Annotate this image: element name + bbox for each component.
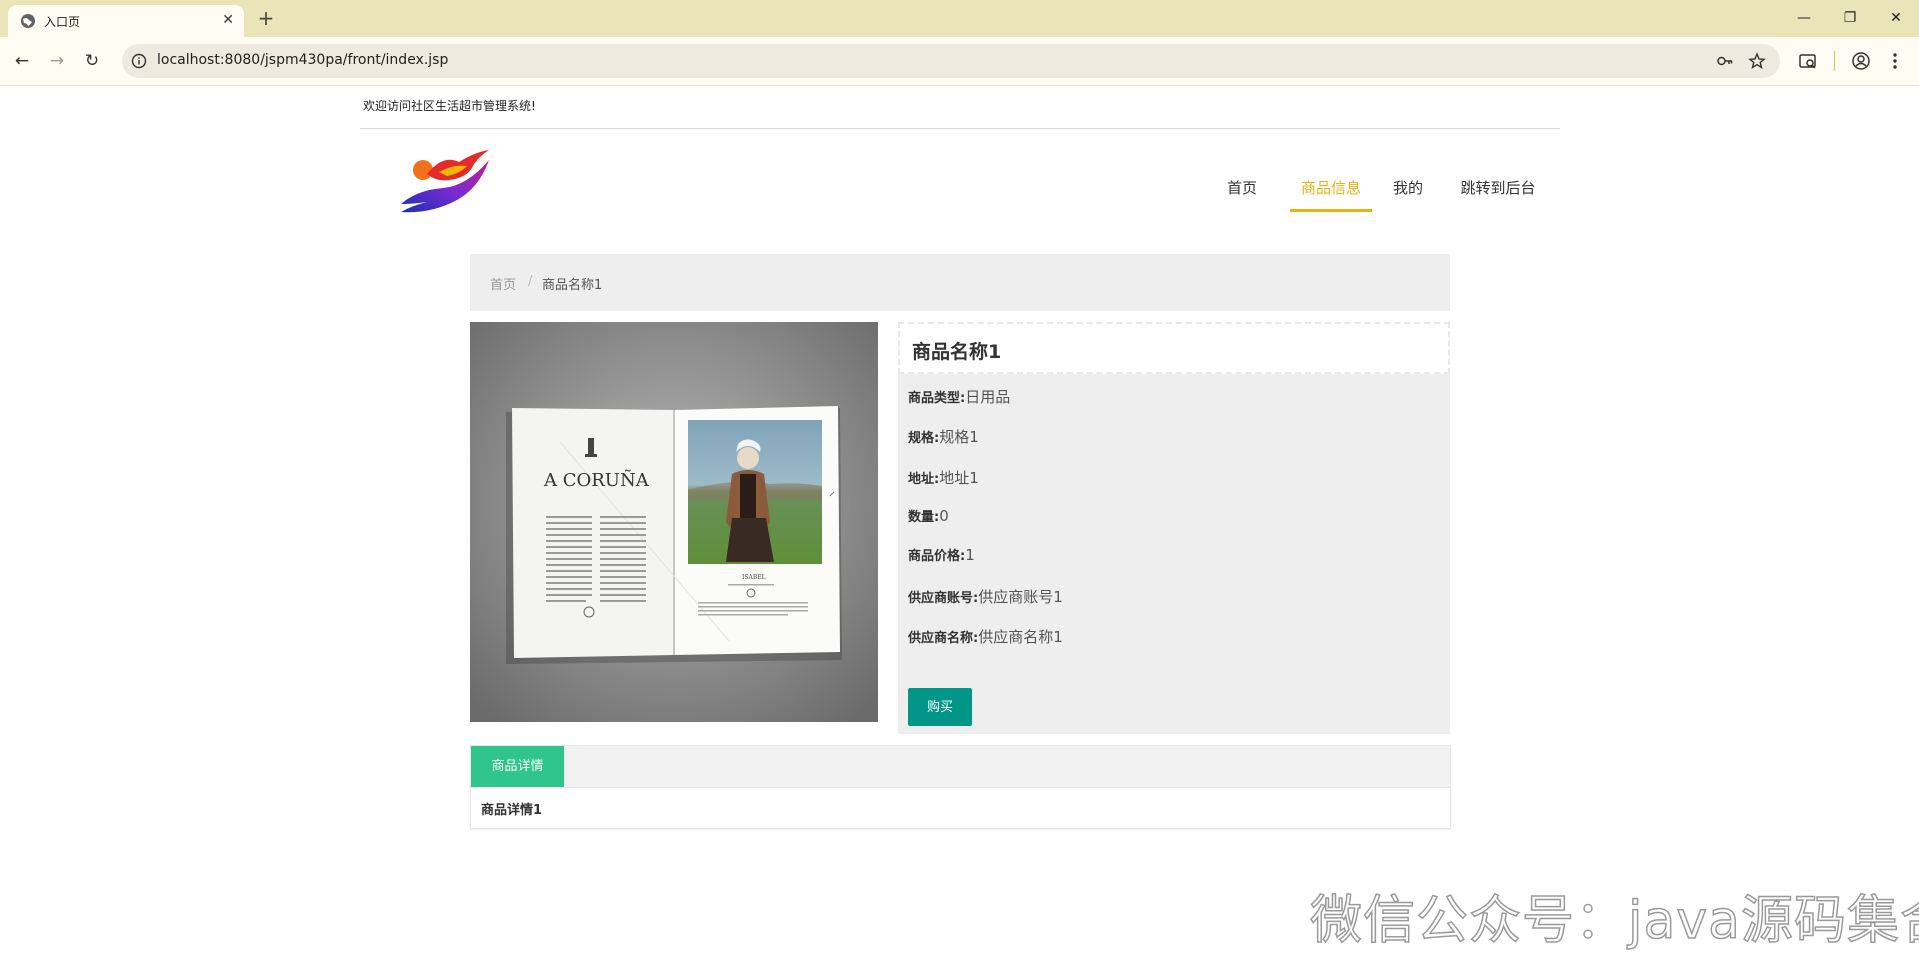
- field-category-value: 日用品: [965, 388, 1011, 406]
- reload-icon[interactable]: ↻: [79, 48, 105, 74]
- product-title: 商品名称1: [912, 341, 1002, 363]
- field-price-value: 1: [965, 546, 975, 564]
- plus-icon[interactable]: +: [252, 5, 280, 33]
- main-nav: 首页 商品信息 我的 跳转到后台: [1200, 166, 1550, 212]
- nav-admin[interactable]: 跳转到后台: [1458, 166, 1538, 210]
- field-price-key: 商品价格:: [908, 549, 966, 564]
- address-bar[interactable]: localhost:8080/jspm430pa/front/index.jsp: [122, 44, 1780, 78]
- bookmark-star-icon[interactable]: [1748, 52, 1766, 70]
- browser-tab-strip: 入口页 ✕ + — ❐ ✕: [0, 0, 1919, 37]
- tab-content: 商品详情1: [481, 803, 543, 818]
- tabs-header: 商品详情: [471, 746, 1450, 788]
- site-logo[interactable]: [397, 144, 493, 220]
- tab-search-icon[interactable]: [1797, 50, 1819, 72]
- active-nav-underline: [1290, 209, 1372, 212]
- breadcrumb-separator: /: [528, 274, 533, 289]
- restore-icon[interactable]: ❐: [1827, 0, 1873, 37]
- field-spec-value: 规格1: [939, 428, 979, 446]
- product-details-panel: 商品名称1 商品类型:日用品 规格:规格1 地址:地址1 数量:0 商品价格:1…: [898, 322, 1450, 734]
- nav-mine[interactable]: 我的: [1388, 166, 1428, 210]
- minimize-icon[interactable]: —: [1781, 0, 1827, 37]
- url-text[interactable]: localhost:8080/jspm430pa/front/index.jsp: [157, 52, 448, 68]
- back-icon[interactable]: ←: [9, 48, 35, 74]
- nav-products[interactable]: 商品信息: [1290, 166, 1372, 212]
- field-supplier-name-value: 供应商名称1: [978, 628, 1063, 646]
- field-spec-key: 规格:: [908, 431, 940, 446]
- close-icon[interactable]: ✕: [222, 11, 234, 29]
- breadcrumb-home[interactable]: 首页: [490, 274, 516, 293]
- profile-icon[interactable]: [1850, 50, 1872, 72]
- nav-products-label: 商品信息: [1300, 179, 1361, 197]
- globe-icon: [21, 14, 35, 28]
- tab-title: 入口页: [44, 15, 81, 29]
- field-address-key: 地址:: [908, 472, 940, 487]
- detail-tabs: 商品详情 商品详情1: [470, 745, 1451, 829]
- nav-home[interactable]: 首页: [1220, 166, 1264, 210]
- breadcrumb-current: 商品名称1: [542, 278, 603, 293]
- forward-icon[interactable]: →: [44, 48, 70, 74]
- field-address: 地址:地址1: [908, 467, 979, 488]
- field-supplier-account-value: 供应商账号1: [978, 588, 1063, 606]
- close-window-icon[interactable]: ✕: [1873, 0, 1919, 37]
- site-info-icon[interactable]: [130, 52, 148, 70]
- top-bar: 欢迎访问社区生活超市管理系统!: [360, 86, 1560, 129]
- nav-home-label: 首页: [1226, 179, 1257, 197]
- browser-tab[interactable]: 入口页 ✕: [8, 5, 244, 37]
- menu-icon[interactable]: [1884, 50, 1906, 72]
- nav-admin-label: 跳转到后台: [1460, 179, 1536, 197]
- field-quantity-key: 数量:: [908, 510, 940, 525]
- toolbar-divider: [1834, 51, 1835, 71]
- password-key-icon[interactable]: [1716, 52, 1734, 70]
- field-quantity-value: 0: [939, 507, 949, 525]
- field-address-value: 地址1: [939, 469, 979, 487]
- magazine-title: A CORUÑA: [543, 468, 650, 491]
- field-category: 商品类型:日用品: [908, 386, 1010, 407]
- breadcrumb: 首页 / 商品名称1: [470, 254, 1450, 311]
- nav-mine-label: 我的: [1392, 179, 1423, 197]
- field-spec: 规格:规格1: [908, 426, 979, 447]
- buy-button[interactable]: 购买: [908, 688, 972, 726]
- field-price: 商品价格:1: [908, 545, 975, 564]
- tab-product-detail[interactable]: 商品详情: [471, 746, 564, 787]
- field-supplier-name-key: 供应商名称:: [908, 631, 979, 646]
- photo-caption: ISABEL: [742, 574, 766, 581]
- product-title-box: 商品名称1: [898, 322, 1450, 374]
- field-supplier-name: 供应商名称:供应商名称1: [908, 626, 1063, 647]
- welcome-text: 欢迎访问社区生活超市管理系统!: [363, 99, 536, 113]
- field-category-key: 商品类型:: [908, 391, 966, 406]
- product-image: A CORUÑA ISABEL: [470, 322, 878, 722]
- field-quantity: 数量:0: [908, 506, 949, 525]
- field-supplier-account: 供应商账号:供应商账号1: [908, 586, 1063, 607]
- field-supplier-account-key: 供应商账号:: [908, 591, 979, 606]
- browser-toolbar: ← → ↻ localhost:8080/jspm430pa/front/ind…: [0, 37, 1919, 86]
